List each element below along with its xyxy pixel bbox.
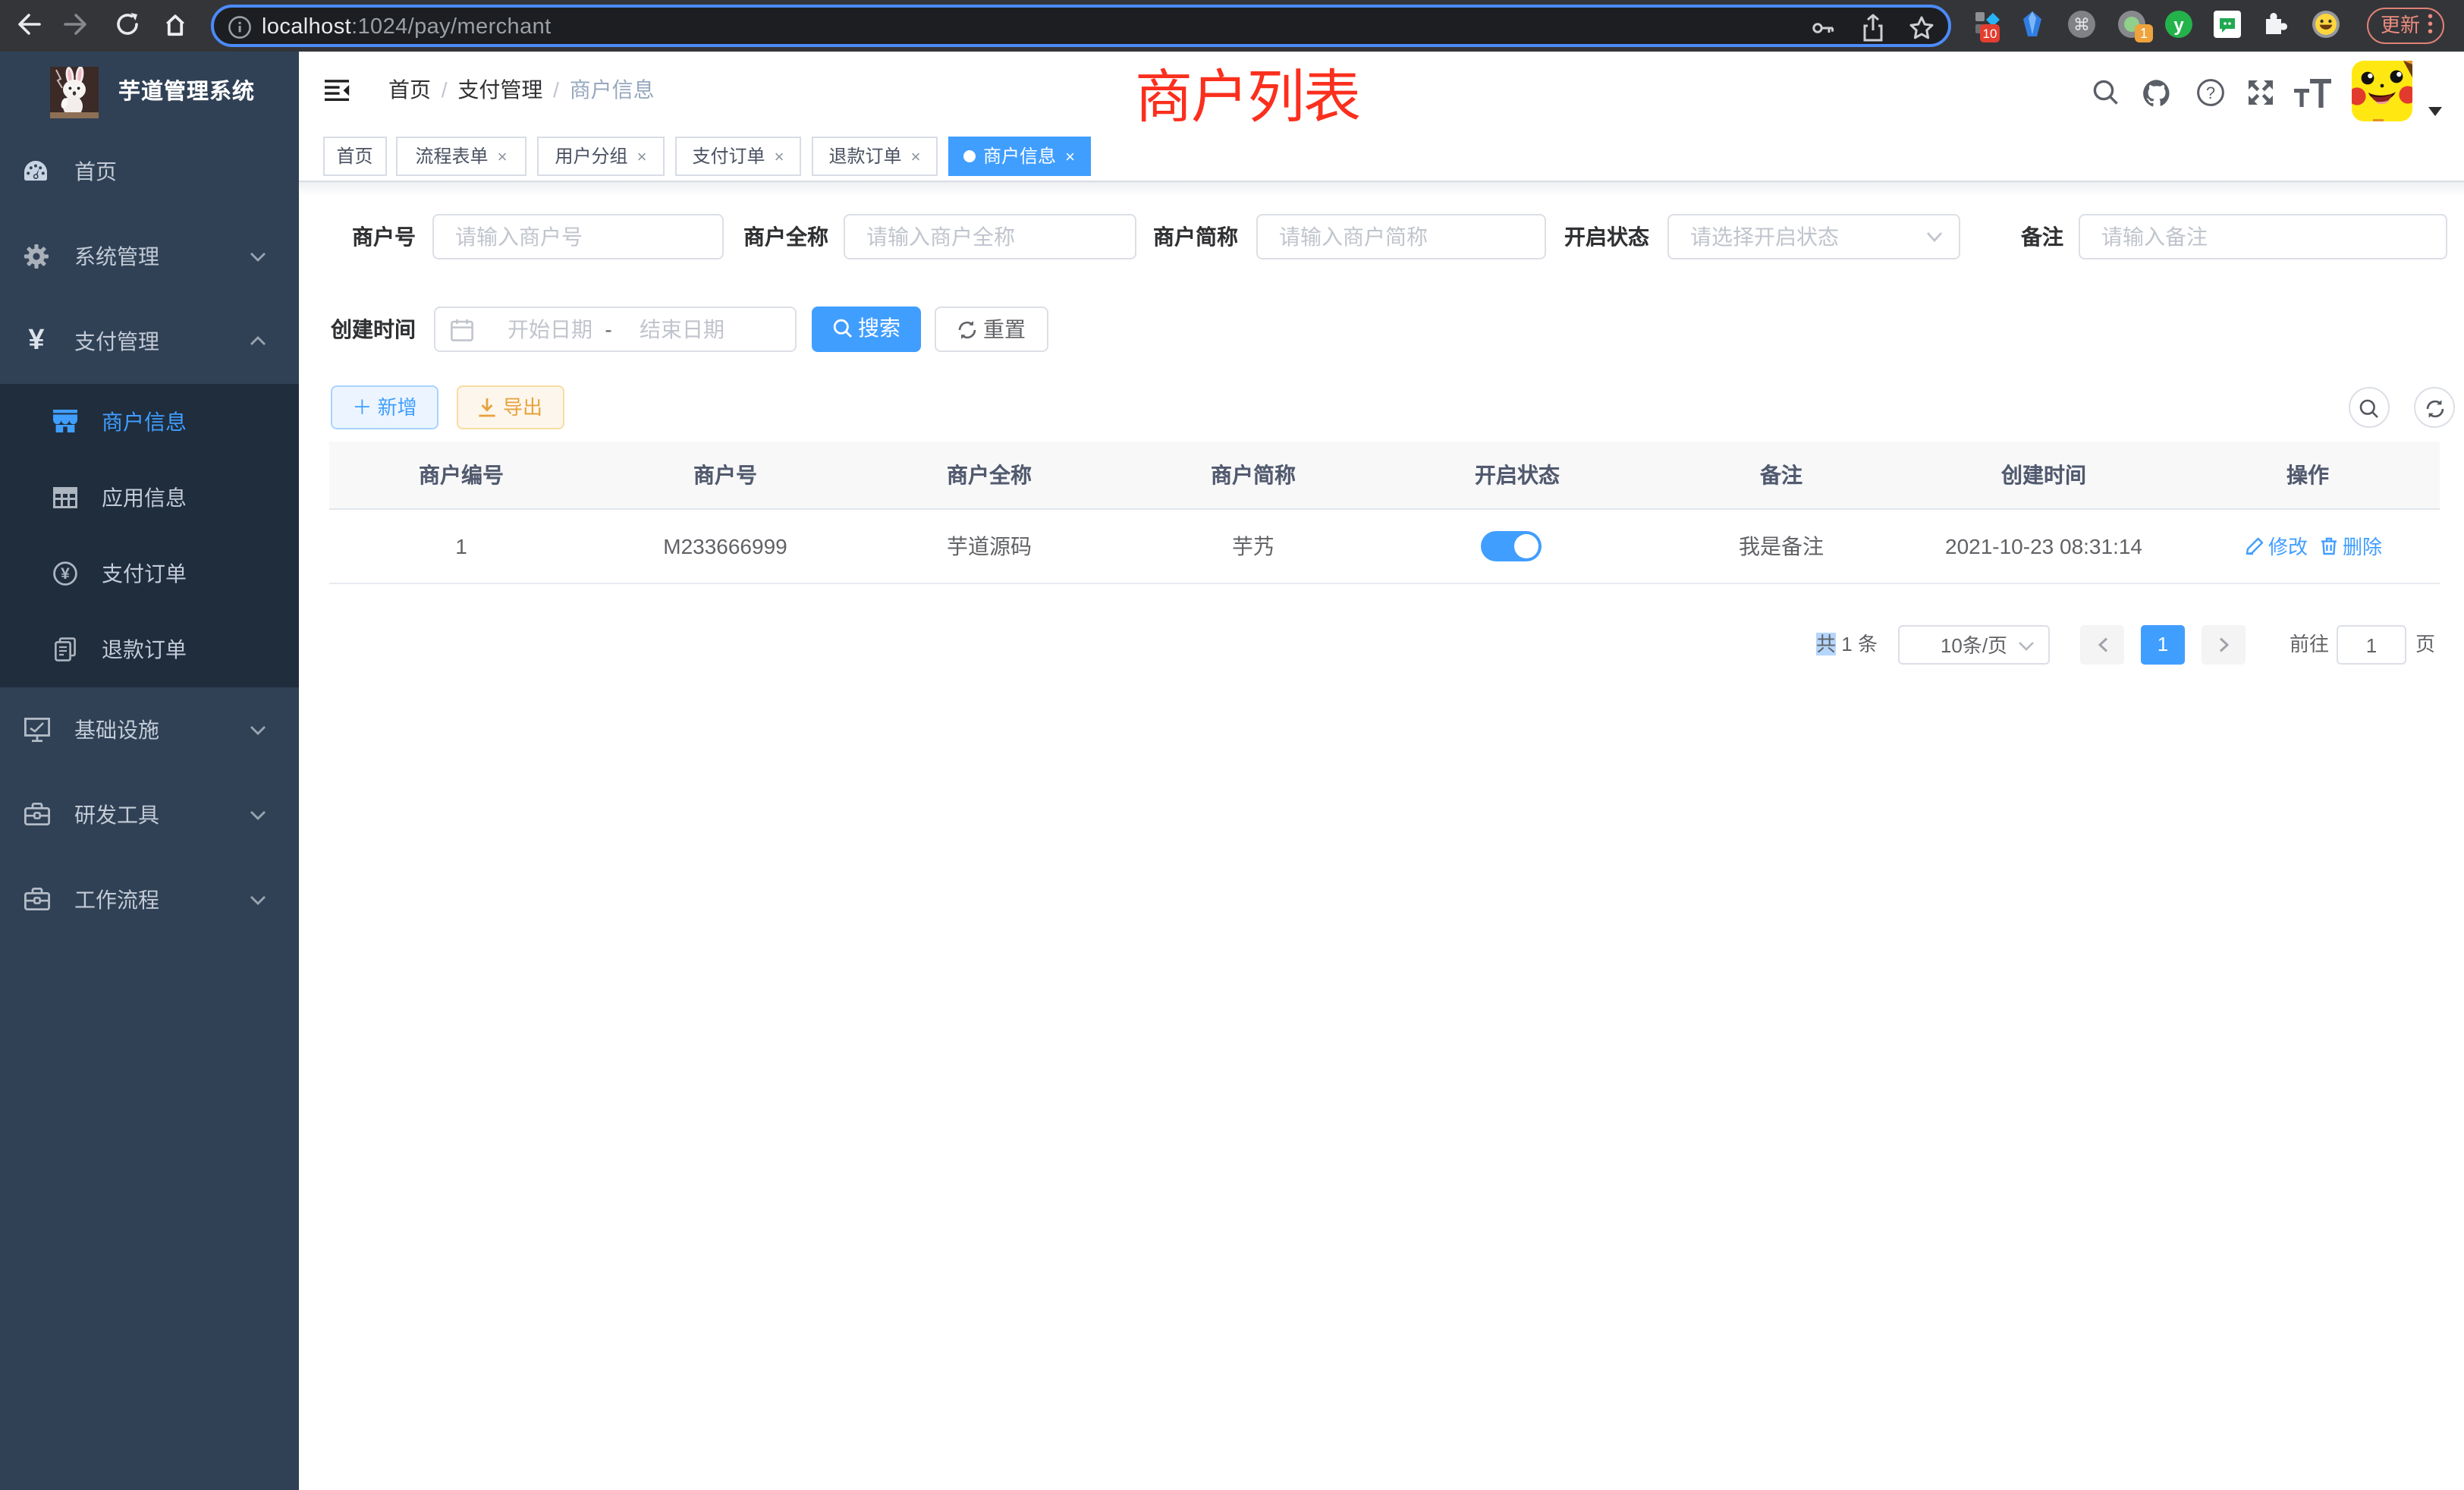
svg-text:¥: ¥: [61, 565, 70, 583]
svg-text:⌘: ⌘: [2073, 15, 2090, 34]
svg-text:?: ?: [2206, 83, 2215, 102]
svg-text:y: y: [2173, 15, 2184, 36]
